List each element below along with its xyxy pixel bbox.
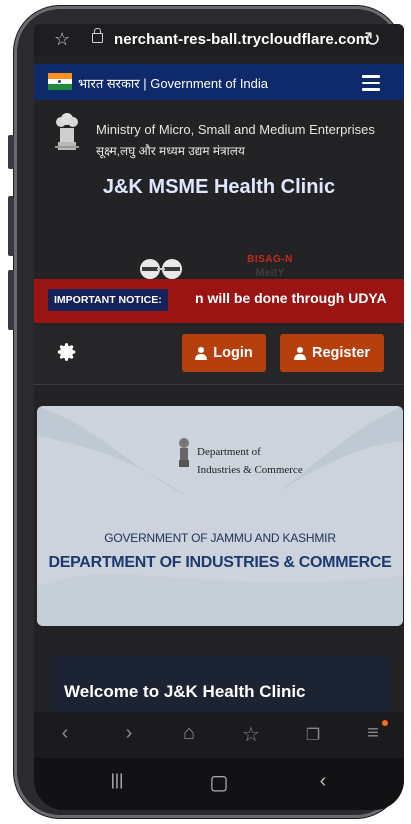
- banner-government-line: GOVERNMENT OF JAMMU AND KASHMIR: [104, 531, 336, 545]
- back-icon[interactable]: ‹: [50, 722, 80, 745]
- notification-dot: [382, 720, 388, 726]
- phone-side-button: [8, 270, 14, 330]
- gear-icon[interactable]: [56, 341, 78, 363]
- notice-marquee-text[interactable]: n will be done through UDYA: [195, 290, 387, 306]
- lock-icon: [92, 28, 103, 43]
- browser-url-bar[interactable]: ☆ nerchant-res-ball.trycloudflare.com ↻: [34, 24, 404, 56]
- register-label: Register: [311, 345, 371, 361]
- reload-icon[interactable]: ↻: [364, 27, 381, 52]
- phone-side-button: [8, 196, 14, 256]
- notice-label: IMPORTANT NOTICE:: [48, 289, 168, 311]
- phone-side-button: [8, 135, 14, 169]
- tabs-icon[interactable]: ❐: [298, 725, 328, 745]
- url-text[interactable]: nerchant-res-ball.trycloudflare.com: [114, 31, 369, 48]
- ministry-name-hindi: सूक्ष्म,लघु और मध्यम उद्यम मंत्रालय: [96, 144, 245, 158]
- bookmark-star-icon[interactable]: ☆: [54, 29, 70, 50]
- department-banner: Department of Industries & Commerce GOVE…: [37, 406, 403, 626]
- hamburger-menu-icon[interactable]: [362, 75, 380, 95]
- user-icon: [195, 346, 208, 360]
- bisag-logo-text: BISAG-N: [247, 254, 293, 265]
- phone-screen: ☆ nerchant-res-ball.trycloudflare.com ↻ …: [34, 24, 404, 810]
- page-title: J&K MSME Health Clinic: [102, 176, 336, 198]
- ministry-name-english: Ministry of Micro, Small and Medium Ente…: [96, 122, 375, 137]
- user-icon: [293, 346, 306, 360]
- national-emblem-icon: [55, 113, 79, 150]
- forward-icon[interactable]: ›: [114, 722, 144, 745]
- home-button-icon[interactable]: ▢: [204, 770, 234, 795]
- register-button[interactable]: Register: [280, 334, 384, 372]
- banner-dept-line1: Department of: [197, 446, 261, 458]
- home-icon[interactable]: ⌂: [174, 722, 204, 745]
- login-button[interactable]: Login: [182, 334, 266, 372]
- government-bar: भारत सरकार | Government of India: [34, 64, 404, 100]
- india-flag-icon: [48, 73, 72, 90]
- system-navigation-bar: ||| ▢ ‹: [34, 758, 404, 810]
- meity-logo-text: MeitY: [255, 267, 285, 279]
- recent-apps-icon[interactable]: |||: [102, 772, 132, 790]
- login-label: Login: [213, 345, 253, 361]
- banner-wave-decoration: [37, 406, 403, 626]
- banner-emblem-icon: [179, 438, 189, 467]
- browser-nav-toolbar: ‹ › ⌂ ☆ ❐ ≡: [34, 712, 404, 758]
- banner-department-title: DEPARTMENT OF INDUSTRIES & COMMERCE: [48, 554, 392, 571]
- banner-dept-line2: Industries & Commerce: [197, 464, 303, 476]
- government-text: भारत सरकार | Government of India: [78, 76, 269, 91]
- bookmarks-icon[interactable]: ☆: [236, 722, 266, 747]
- system-back-icon[interactable]: ‹: [308, 770, 338, 793]
- notice-bar: IMPORTANT NOTICE: n will be done through…: [34, 279, 404, 323]
- welcome-heading: Welcome to J&K Health Clinic: [64, 682, 306, 701]
- auth-toolbar: Login Register: [34, 324, 404, 385]
